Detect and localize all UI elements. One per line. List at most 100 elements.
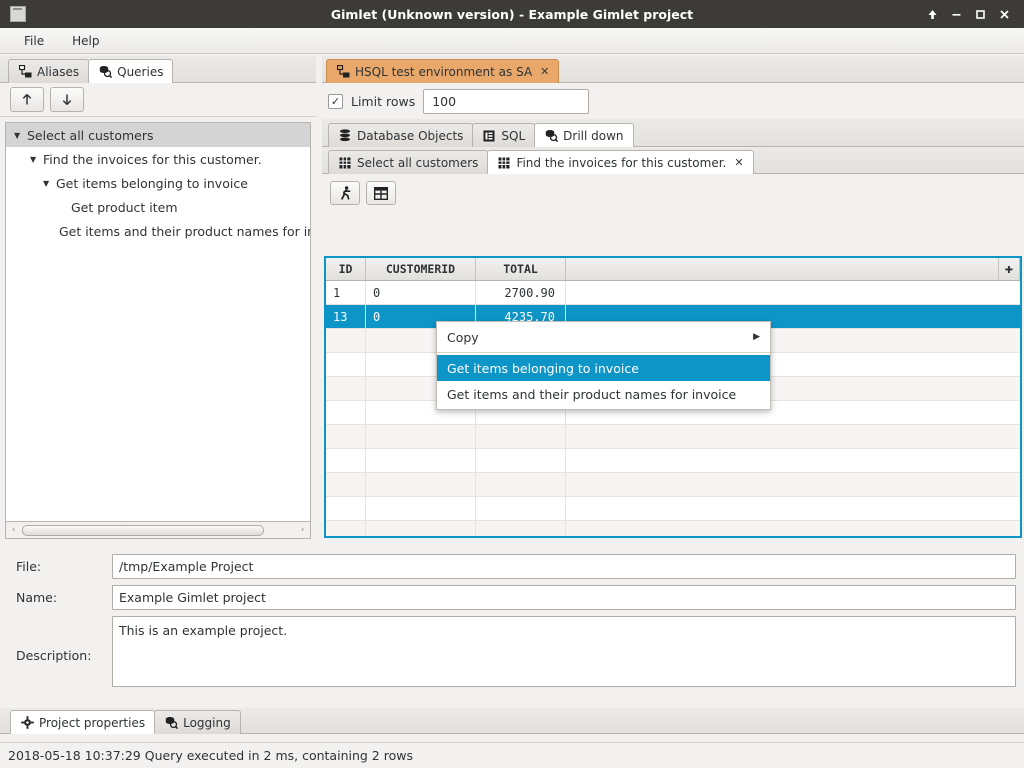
table-row-empty[interactable] [326, 521, 1020, 536]
window-title: Gimlet (Unknown version) - Example Gimle… [330, 6, 694, 22]
context-menu-item-copy[interactable]: Copy ▶ [437, 324, 770, 350]
tab-find-invoices-label: Find the invoices for this customer. [516, 155, 727, 170]
shade-button[interactable] [920, 2, 944, 26]
scroll-right-arrow-icon[interactable]: › [295, 525, 310, 535]
menu-file[interactable]: File [14, 31, 54, 51]
close-icon[interactable]: ✕ [540, 66, 549, 77]
tab-find-invoices[interactable]: Find the invoices for this customer. ✕ [487, 150, 754, 174]
tab-database-objects-label: Database Objects [357, 128, 464, 143]
context-menu-item-label: Get items belonging to invoice [447, 360, 639, 376]
twisty-icon[interactable]: ▼ [14, 131, 27, 140]
column-header-total[interactable]: TOTAL [476, 258, 566, 280]
add-column-button[interactable]: ✚ [998, 258, 1019, 280]
tree-item-get-items-belonging[interactable]: ▼ Get items belonging to invoice [6, 171, 310, 195]
tab-drill-down[interactable]: Drill down [534, 123, 634, 147]
tree-item-label: Get product item [71, 199, 178, 215]
tab-project-properties[interactable]: Project properties [10, 710, 156, 734]
table-row-empty[interactable] [326, 473, 1020, 497]
log-search-icon [164, 716, 178, 730]
name-label: Name: [16, 590, 58, 605]
tree-item-find-invoices[interactable]: ▼ Find the invoices for this customer. [6, 147, 310, 171]
table-icon [338, 156, 352, 170]
tree-item-get-product-item[interactable]: Get product item [6, 195, 310, 219]
status-bar: 2018-05-18 10:37:29 Query executed in 2 … [0, 742, 1024, 768]
cell-id: 13 [326, 305, 366, 328]
table-layout-button[interactable] [366, 181, 396, 205]
table-row[interactable]: 1 0 2700.90 [326, 281, 1020, 305]
cell-id: 1 [326, 281, 366, 304]
table-row-empty[interactable] [326, 425, 1020, 449]
tab-aliases[interactable]: Aliases [8, 59, 90, 83]
cell-empty [326, 449, 366, 472]
tab-sql[interactable]: SQL [472, 123, 536, 147]
tab-database-objects[interactable]: Database Objects [328, 123, 474, 147]
tab-drill-down-label: Drill down [563, 128, 624, 143]
twisty-icon[interactable]: ▼ [43, 179, 56, 188]
limit-rows-checkbox[interactable]: ✓ [328, 93, 343, 109]
window-icon [10, 6, 26, 22]
tab-logging[interactable]: Logging [154, 710, 241, 734]
menu-help[interactable]: Help [62, 31, 109, 51]
scrollbar-track[interactable] [21, 524, 295, 536]
column-header-customerid[interactable]: CUSTOMERID [366, 258, 476, 280]
grid-header-row: ID CUSTOMERID TOTAL ✚ [326, 258, 1020, 281]
tab-sql-label: SQL [501, 128, 526, 143]
move-down-button[interactable] [50, 87, 84, 112]
tab-queries[interactable]: Queries [88, 59, 174, 83]
table-icon [497, 156, 511, 170]
tab-queries-label: Queries [117, 64, 164, 79]
cell-empty [476, 473, 566, 496]
file-field[interactable]: /tmp/Example Project [112, 554, 1016, 579]
runner-icon [338, 186, 352, 200]
limit-rows-label: Limit rows [351, 93, 416, 109]
name-field[interactable]: Example Gimlet project [112, 585, 1016, 610]
close-icon[interactable]: ✕ [734, 157, 743, 168]
close-button[interactable] [992, 2, 1016, 26]
run-query-button[interactable] [330, 181, 360, 205]
tab-aliases-label: Aliases [37, 64, 80, 79]
table-row-empty[interactable] [326, 449, 1020, 473]
cell-empty [326, 473, 366, 496]
left-tabstrip: Aliases Queries [0, 56, 316, 83]
title-bar: Gimlet (Unknown version) - Example Gimle… [0, 0, 1024, 28]
cell-empty [326, 377, 366, 400]
description-row: Description: This is an example project. [8, 616, 1016, 687]
window-controls [920, 2, 1016, 26]
scroll-left-arrow-icon[interactable]: ‹ [6, 525, 21, 535]
maximize-button[interactable] [968, 2, 992, 26]
tree-horizontal-scrollbar[interactable]: ‹ › [5, 522, 311, 539]
tab-connection-label: HSQL test environment as SA [355, 64, 533, 79]
gear-icon [20, 716, 34, 730]
tree-item-get-items-product-names[interactable]: Get items and their product names for in… [6, 219, 310, 243]
scrollbar-thumb[interactable] [22, 524, 264, 536]
context-menu-item-get-items-product-names[interactable]: Get items and their product names for in… [437, 381, 770, 407]
context-menu[interactable]: Copy ▶ Get items belonging to invoice Ge… [436, 321, 771, 410]
description-field[interactable]: This is an example project. [112, 616, 1016, 687]
name-row: Name: Example Gimlet project [8, 585, 1016, 610]
tab-connection-hsql[interactable]: HSQL test environment as SA ✕ [326, 59, 560, 83]
drill-down-icon [544, 129, 558, 143]
cell-empty [476, 449, 566, 472]
bottom-pane: File: /tmp/Example Project Name: Example… [0, 548, 1024, 742]
context-menu-item-get-items-belonging[interactable]: Get items belonging to invoice [437, 355, 770, 381]
column-header-id[interactable]: ID [326, 258, 366, 280]
description-label: Description: [16, 648, 92, 663]
twisty-icon[interactable]: ▼ [30, 155, 43, 164]
tab-select-all-customers[interactable]: Select all customers [328, 150, 489, 174]
move-up-button[interactable] [10, 87, 44, 112]
connection-tabstrip: HSQL test environment as SA ✕ [322, 56, 1024, 83]
table-row-empty[interactable] [326, 497, 1020, 521]
limit-rows-input[interactable]: 100 [423, 88, 590, 114]
tree-item-label: Get items and their product names for in… [59, 223, 310, 239]
alias-network-icon [18, 65, 32, 79]
cell-filler [566, 281, 1020, 304]
minimize-button[interactable] [944, 2, 968, 26]
bottom-tabstrip: Project properties Logging [0, 708, 1024, 734]
tree-item-label: Get items belonging to invoice [56, 175, 248, 191]
cell-filler [566, 497, 1020, 520]
query-tree[interactable]: ▼ Select all customers ▼ Find the invoic… [5, 122, 311, 522]
sql-icon [482, 129, 496, 143]
cell-empty [476, 497, 566, 520]
cell-empty [366, 497, 476, 520]
tree-item-select-all-customers[interactable]: ▼ Select all customers [6, 123, 310, 147]
